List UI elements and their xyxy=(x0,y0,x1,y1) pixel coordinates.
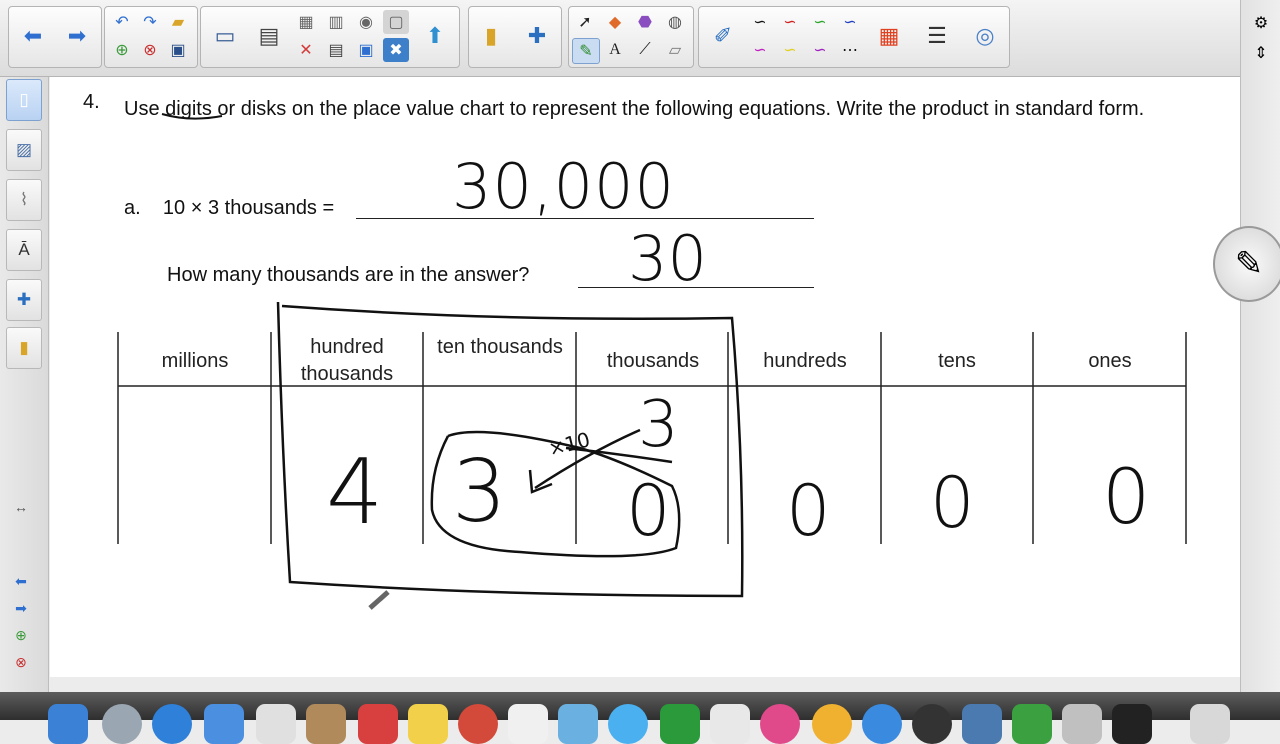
dock-app-icon[interactable] xyxy=(862,704,902,744)
handwritten-answer: 30,000 xyxy=(452,150,675,223)
dock-app-icon[interactable] xyxy=(812,704,852,744)
dock-app-icon[interactable] xyxy=(912,704,952,744)
ink-arrow-head xyxy=(528,469,553,494)
dock-app-icon[interactable] xyxy=(1012,704,1052,744)
dock-app-icon[interactable] xyxy=(508,704,548,744)
trash-icon[interactable] xyxy=(1190,704,1230,744)
dock-app-icon[interactable] xyxy=(358,704,398,744)
dock-app-icon[interactable] xyxy=(102,704,142,744)
digit-ten-thousands: 3 xyxy=(452,442,507,542)
dock-app-icon[interactable] xyxy=(458,704,498,744)
digit-ones: 0 xyxy=(1102,452,1151,541)
dock-app-icon[interactable] xyxy=(152,704,192,744)
digit-hundred-thousands: 4 xyxy=(326,440,384,545)
dock-app-icon[interactable] xyxy=(1112,704,1152,744)
digit-thousands: 0 xyxy=(626,470,671,552)
digits-underline xyxy=(161,113,223,120)
dock-app-icon[interactable] xyxy=(306,704,346,744)
floating-pen-button[interactable]: ✎ xyxy=(1213,226,1280,302)
dock-app-icon[interactable] xyxy=(558,704,598,744)
dock-app-icon[interactable] xyxy=(760,704,800,744)
dock-app-icon[interactable] xyxy=(710,704,750,744)
digit-tens: 0 xyxy=(930,462,975,544)
dock-app-icon[interactable] xyxy=(1062,704,1102,744)
ink-layer xyxy=(117,113,1187,610)
dock-app-icon[interactable] xyxy=(408,704,448,744)
digit-hundreds: 0 xyxy=(786,470,831,552)
dock xyxy=(0,692,1280,744)
pencil-cursor-icon xyxy=(368,590,390,610)
dock-app-icon[interactable] xyxy=(608,704,648,744)
pen-fab-icon: ✎ xyxy=(1234,245,1264,283)
dock-app-icon[interactable] xyxy=(204,704,244,744)
dock-app-icon[interactable] xyxy=(660,704,700,744)
dock-app-icon[interactable] xyxy=(962,704,1002,744)
handwritten-count: 30 xyxy=(628,222,707,295)
dock-app-icon[interactable] xyxy=(256,704,296,744)
carried-digit: 3 xyxy=(638,388,679,462)
dock-app-icon[interactable] xyxy=(48,704,88,744)
